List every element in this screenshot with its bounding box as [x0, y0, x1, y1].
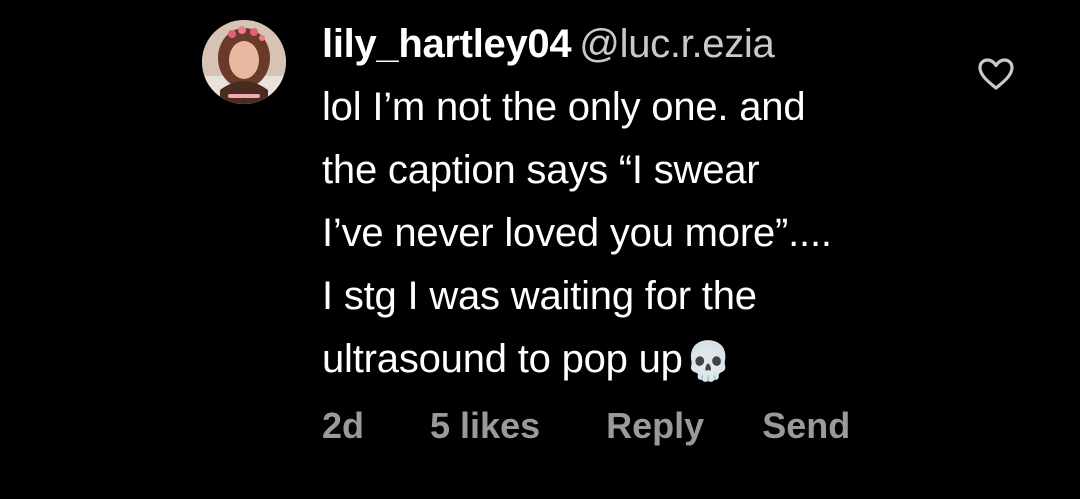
comment-text-line: lol I’m not the only one. and [322, 85, 806, 129]
avatar[interactable] [202, 20, 286, 104]
username[interactable]: lily_hartley04 [322, 22, 572, 66]
send-button[interactable]: Send [762, 404, 850, 448]
likes-count[interactable]: 5 likes [430, 404, 540, 448]
comment-meta: 2d 5 likes Reply Send [322, 404, 942, 448]
timestamp: 2d [322, 405, 365, 446]
reply-mention[interactable]: @luc.r.ezia [579, 22, 774, 66]
comment-body: lily_hartley04 @luc.r.ezia lol I’m not th… [322, 18, 942, 448]
comment-header: lily_hartley04 @luc.r.ezia [322, 18, 942, 70]
comment-text-line: I’ve never loved you more”.... [322, 211, 832, 255]
avatar-image [202, 20, 286, 104]
comment-text-line-content: ultrasound to pop up [322, 337, 683, 381]
comment-text-line: the caption says “I swear [322, 148, 760, 192]
heart-icon[interactable] [977, 57, 1015, 91]
comment-text-line: I stg I was waiting for the [322, 274, 757, 318]
comment-text: lol I’m not the only one. and the captio… [322, 76, 942, 394]
comment-text-line-last: ultrasound to pop up💀 [322, 328, 942, 394]
comment: lily_hartley04 @luc.r.ezia lol I’m not th… [0, 0, 1080, 499]
reply-button[interactable]: Reply [606, 404, 704, 448]
skull-emoji: 💀 [684, 341, 732, 383]
